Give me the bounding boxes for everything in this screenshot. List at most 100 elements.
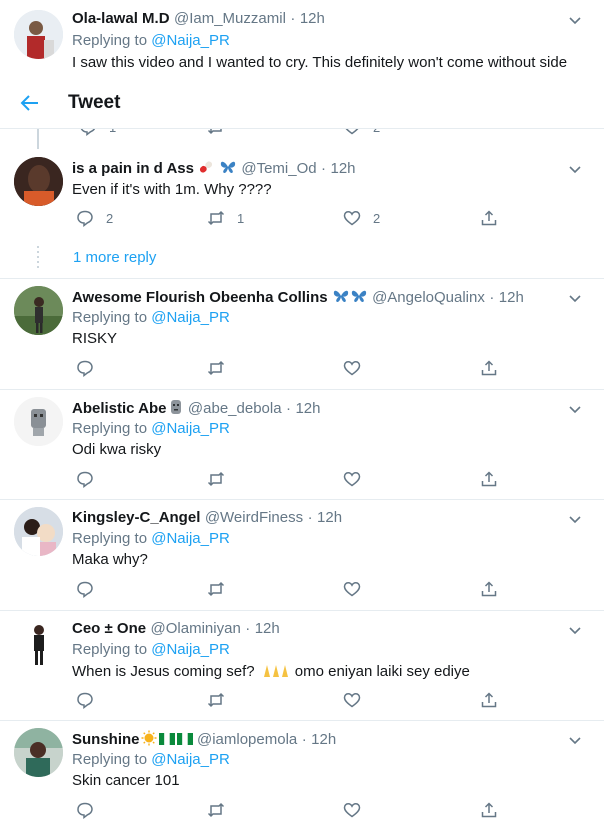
share-button[interactable]: [480, 470, 498, 488]
divider: [0, 720, 604, 721]
avatar[interactable]: [14, 618, 63, 667]
thread-line: [37, 129, 39, 149]
chevron-down-icon[interactable]: [567, 12, 583, 28]
mention-link[interactable]: @Naija_PR: [151, 751, 230, 768]
avatar[interactable]: [14, 157, 63, 206]
divider: [0, 499, 604, 500]
like-button[interactable]: 2: [343, 129, 380, 136]
partial-action-row: 1 2: [0, 129, 604, 137]
tweet-text: Skin cancer 101: [72, 772, 180, 789]
replying-to: Replying to @Naija_PR: [72, 420, 230, 437]
retweet-button[interactable]: 1: [207, 209, 244, 227]
reply-button[interactable]: [76, 801, 94, 819]
author-handle[interactable]: @abe_debola: [188, 400, 282, 417]
timestamp[interactable]: 12h: [331, 160, 356, 177]
chevron-down-icon[interactable]: [567, 290, 583, 306]
more-replies-link[interactable]: 1 more reply: [73, 249, 156, 266]
author-handle[interactable]: @AngeloQualinx: [372, 289, 485, 306]
sun-icon: [141, 730, 157, 746]
replying-to: Replying to @Naija_PR: [72, 309, 230, 326]
timestamp[interactable]: 12h: [255, 620, 280, 637]
timestamp[interactable]: 12h: [317, 509, 342, 526]
praying-hands-icon: [263, 665, 288, 677]
chevron-down-icon[interactable]: [567, 511, 583, 527]
like-count: 2: [373, 210, 381, 226]
chevron-down-icon[interactable]: [567, 401, 583, 417]
retweet-icon: [207, 360, 225, 376]
like-icon: [345, 129, 359, 135]
retweet-icon: [207, 471, 225, 487]
divider: [0, 389, 604, 390]
retweet-icon: [207, 692, 225, 708]
chevron-down-icon[interactable]: [567, 732, 583, 748]
timestamp[interactable]: 12h: [311, 731, 336, 748]
author-name[interactable]: Ola-lawal M.D: [72, 10, 170, 27]
author-handle[interactable]: @iamlopemola: [197, 731, 297, 748]
like-button[interactable]: [343, 470, 361, 488]
share-button[interactable]: [480, 359, 498, 377]
avatar[interactable]: [14, 286, 63, 335]
mention-link[interactable]: @Naija_PR: [151, 32, 230, 49]
chevron-down-icon[interactable]: [567, 622, 583, 638]
author-handle[interactable]: @Temi_Od: [241, 160, 316, 177]
author-name[interactable]: Ceo ± One: [72, 620, 146, 637]
reply-button[interactable]: [76, 691, 94, 709]
reply-button[interactable]: 1: [79, 129, 116, 136]
reply-button[interactable]: 2: [76, 209, 113, 227]
chevron-down-icon[interactable]: [567, 161, 583, 177]
author-name[interactable]: is a pain in d Ass: [72, 160, 194, 177]
share-button[interactable]: [480, 691, 498, 709]
like-button[interactable]: [343, 691, 361, 709]
butterfly-icon: [220, 161, 236, 174]
back-arrow-icon[interactable]: [20, 94, 40, 112]
timestamp[interactable]: 12h: [295, 400, 320, 417]
like-icon: [343, 361, 361, 376]
author-name[interactable]: Kingsley-C_Angel: [72, 509, 200, 526]
avatar[interactable]: [14, 397, 63, 446]
author-handle[interactable]: @Iam_Muzzamil: [174, 10, 286, 27]
mention-link[interactable]: @Naija_PR: [151, 309, 230, 326]
tweet-text: Maka why?: [72, 551, 148, 568]
avatar[interactable]: [14, 728, 63, 777]
share-button[interactable]: [480, 209, 498, 227]
timestamp[interactable]: 12h: [499, 289, 524, 306]
reply-button[interactable]: [76, 580, 94, 598]
reply-button[interactable]: [76, 470, 94, 488]
reply-button[interactable]: [76, 359, 94, 377]
like-button[interactable]: [343, 580, 361, 598]
mention-link[interactable]: @Naija_PR: [151, 530, 230, 547]
share-icon: [481, 210, 497, 226]
retweet-button[interactable]: [207, 359, 225, 377]
avatar[interactable]: [14, 507, 63, 556]
share-icon: [481, 581, 497, 597]
like-button[interactable]: 2: [343, 209, 380, 227]
author-handle[interactable]: @WeirdFiness: [205, 509, 303, 526]
like-button[interactable]: [343, 801, 361, 819]
share-icon: [481, 360, 497, 376]
like-button[interactable]: [343, 359, 361, 377]
share-icon: [481, 802, 497, 818]
share-button[interactable]: [480, 580, 498, 598]
author-name[interactable]: Awesome Flourish Obeenha Collins: [72, 289, 328, 306]
reply-icon: [77, 802, 93, 819]
like-count: 2: [373, 129, 380, 135]
mention-link[interactable]: @Naija_PR: [151, 641, 230, 658]
retweet-button[interactable]: [207, 801, 225, 819]
author-name[interactable]: Abelistic Abe: [72, 400, 166, 417]
retweet-button[interactable]: [207, 691, 225, 709]
replying-to: Replying to @Naija_PR: [72, 32, 230, 49]
author-handle[interactable]: @Olaminiyan: [151, 620, 241, 637]
author-name[interactable]: Sunshine: [72, 731, 140, 748]
replying-to: Replying to @Naija_PR: [72, 530, 230, 547]
retweet-icon: [207, 581, 225, 597]
retweet-button[interactable]: [207, 129, 225, 136]
share-button[interactable]: [480, 801, 498, 819]
moai-icon: [171, 400, 182, 414]
retweet-button[interactable]: [207, 470, 225, 488]
avatar[interactable]: [14, 10, 63, 59]
mention-link[interactable]: @Naija_PR: [151, 420, 230, 437]
reply-count: 1: [109, 129, 116, 135]
retweet-button[interactable]: [207, 580, 225, 598]
tweet-text: When is Jesus coming sef? omo eniyan lai…: [72, 663, 470, 680]
timestamp[interactable]: 12h: [300, 10, 325, 27]
